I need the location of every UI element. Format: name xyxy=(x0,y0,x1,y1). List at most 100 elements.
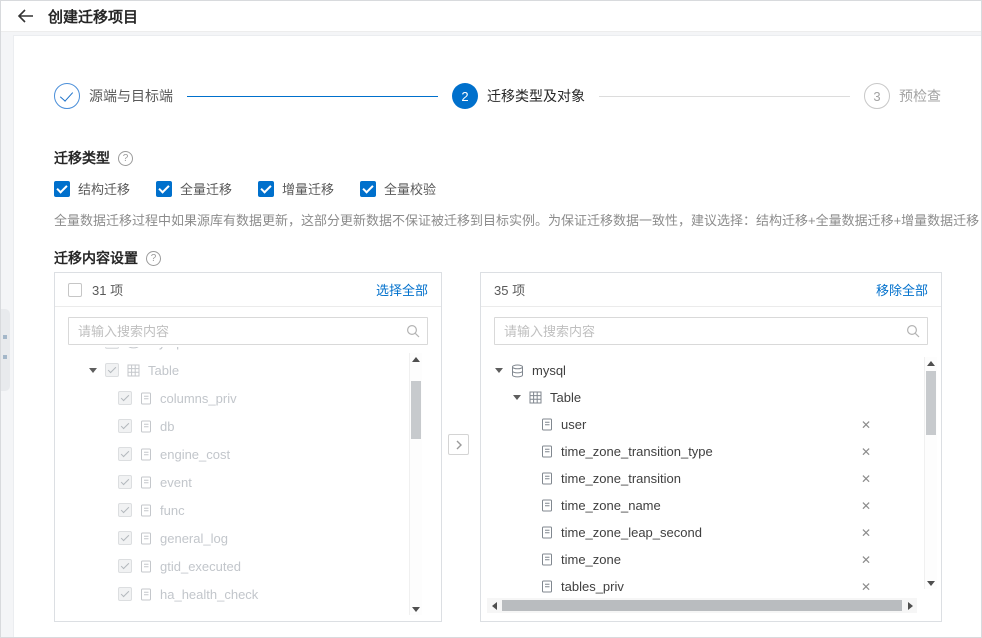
table-item-icon xyxy=(140,588,152,601)
checkbox-label: 结构迁移 xyxy=(78,179,130,198)
table-name: engine_cost xyxy=(160,447,230,462)
remove-item-button[interactable]: ✕ xyxy=(861,554,871,566)
checkbox-checked-disabled xyxy=(118,531,132,545)
table-row: tables_priv ✕ xyxy=(481,573,911,600)
target-panel-header: 35 项 移除全部 xyxy=(481,273,941,307)
table-row: time_zone_transition ✕ xyxy=(481,465,911,492)
migration-type-section-title: 迁移类型 ? xyxy=(54,148,133,168)
remove-all-link[interactable]: 移除全部 xyxy=(876,280,928,299)
table-name: gtid_executed xyxy=(160,559,241,574)
checkbox-checked[interactable] xyxy=(54,181,70,197)
group-label: Table xyxy=(148,363,179,378)
checkbox-label: 全量迁移 xyxy=(180,179,232,198)
collapsed-drawer-handle[interactable] xyxy=(1,309,10,391)
vertical-scrollbar[interactable] xyxy=(409,353,422,615)
caret-down-icon[interactable] xyxy=(495,368,503,373)
scroll-down-button[interactable] xyxy=(410,603,422,615)
checkbox-checked-disabled xyxy=(118,419,132,433)
table-item-icon xyxy=(140,560,152,573)
target-item-count: 35 项 xyxy=(494,280,525,299)
section-title-text: 迁移类型 xyxy=(54,148,110,168)
scroll-up-button[interactable] xyxy=(410,353,422,365)
table-row: func xyxy=(55,496,411,524)
table-name: time_zone_name xyxy=(561,498,661,513)
scrollbar-thumb[interactable] xyxy=(926,371,936,435)
help-icon[interactable]: ? xyxy=(118,151,133,166)
vertical-scrollbar[interactable] xyxy=(924,357,937,589)
table-item-icon xyxy=(140,532,152,545)
checkbox-checked[interactable] xyxy=(258,181,274,197)
option-full-migration: 全量迁移 xyxy=(156,179,232,198)
migration-type-options: 结构迁移 全量迁移 增量迁移 全量校验 xyxy=(54,179,436,198)
checkbox-checked[interactable] xyxy=(360,181,376,197)
page-title: 创建迁移项目 xyxy=(48,6,138,27)
caret-down-icon[interactable] xyxy=(513,395,521,400)
select-all-link[interactable]: 选择全部 xyxy=(376,280,428,299)
stepper-connector-done xyxy=(187,96,438,97)
table-name: time_zone xyxy=(561,552,621,567)
step-precheck: 3 预检查 xyxy=(864,83,941,109)
checkbox-label: 全量校验 xyxy=(384,179,436,198)
horizontal-scrollbar[interactable] xyxy=(487,598,917,613)
caret-down-icon[interactable] xyxy=(89,368,97,373)
content-settings-section-title: 迁移内容设置 ? xyxy=(54,248,161,268)
target-search-input[interactable] xyxy=(494,317,928,345)
tree-row-clipped: mysql xyxy=(55,347,411,356)
wizard-stepper: 源端与目标端 2 迁移类型及对象 3 预检查 xyxy=(54,82,941,110)
table-item-icon xyxy=(541,445,553,458)
checkbox-checked[interactable] xyxy=(156,181,172,197)
table-row: gtid_executed xyxy=(55,552,411,580)
remove-item-button[interactable]: ✕ xyxy=(861,419,871,431)
scroll-left-button[interactable] xyxy=(487,598,501,613)
remove-item-button[interactable]: ✕ xyxy=(861,500,871,512)
table-item-icon xyxy=(541,553,553,566)
source-tree-panel: 31 项 选择全部 mysql xyxy=(54,272,442,622)
table-name: general_log xyxy=(160,531,228,546)
table-name: time_zone_transition xyxy=(561,471,681,486)
target-tree: mysql Table us xyxy=(481,347,911,619)
checkbox-checked-disabled xyxy=(118,391,132,405)
step-number-badge: 2 xyxy=(452,83,478,109)
scroll-right-button[interactable] xyxy=(903,598,917,613)
source-search-input[interactable] xyxy=(68,317,428,345)
database-icon xyxy=(511,364,524,378)
remove-item-button[interactable]: ✕ xyxy=(861,527,871,539)
table-name: db xyxy=(160,419,174,434)
step-number-badge: 3 xyxy=(864,83,890,109)
table-row: general_log xyxy=(55,524,411,552)
table-item-icon xyxy=(541,499,553,512)
move-to-target-button[interactable] xyxy=(448,434,469,455)
tree-group-row: Table xyxy=(55,356,411,384)
group-label: Table xyxy=(550,390,581,405)
step-label: 预检查 xyxy=(899,86,941,106)
scroll-up-button[interactable] xyxy=(925,357,937,369)
table-name: func xyxy=(160,503,185,518)
table-item-icon xyxy=(140,392,152,405)
remove-item-button[interactable]: ✕ xyxy=(861,446,871,458)
scrollbar-thumb[interactable] xyxy=(411,381,421,439)
table-name: user xyxy=(561,417,586,432)
tree-root-row: mysql xyxy=(481,357,911,384)
checkbox-checked-disabled xyxy=(118,503,132,517)
table-name: ha_health_check xyxy=(160,587,258,602)
help-icon[interactable]: ? xyxy=(146,251,161,266)
back-button[interactable] xyxy=(17,9,34,23)
checkbox-label: 增量迁移 xyxy=(282,179,334,198)
checkbox-checked-disabled xyxy=(118,475,132,489)
table-item-icon xyxy=(140,448,152,461)
source-item-count: 31 项 xyxy=(92,280,123,299)
section-title-text: 迁移内容设置 xyxy=(54,248,138,268)
source-panel-header: 31 项 选择全部 xyxy=(55,273,441,307)
table-name: time_zone_leap_second xyxy=(561,525,702,540)
target-tree-panel: 35 项 移除全部 mysql xyxy=(480,272,942,622)
step-migration-type: 2 迁移类型及对象 xyxy=(452,83,585,109)
remove-item-button[interactable]: ✕ xyxy=(861,581,871,593)
table-row: time_zone_leap_second ✕ xyxy=(481,519,911,546)
table-item-icon xyxy=(541,418,553,431)
table-item-icon xyxy=(140,420,152,433)
scroll-down-button[interactable] xyxy=(925,577,937,589)
table-row: time_zone ✕ xyxy=(481,546,911,573)
scrollbar-thumb[interactable] xyxy=(502,600,902,611)
remove-item-button[interactable]: ✕ xyxy=(861,473,871,485)
select-all-checkbox[interactable] xyxy=(68,283,82,297)
